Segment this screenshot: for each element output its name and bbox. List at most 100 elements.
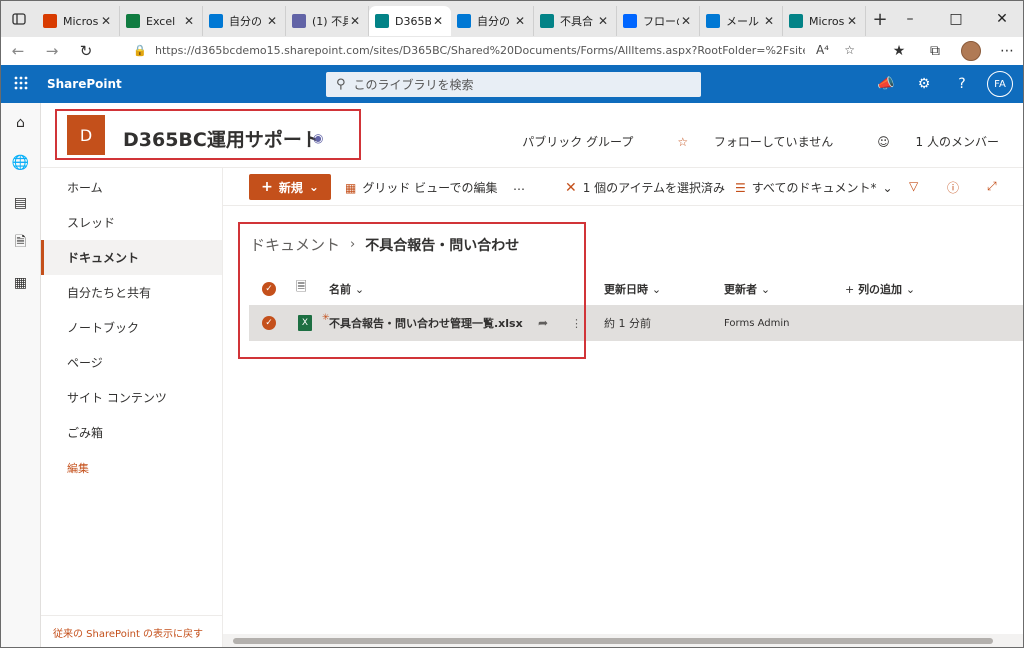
expand-icon[interactable]: ⤢ [987,179,997,194]
browser-tab[interactable]: Micros ✕ [37,6,120,36]
url-field[interactable]: 🔒 https://d365bcdemo15.sharepoint.com/si… [119,38,869,62]
tab-close-icon[interactable]: ✕ [679,14,693,28]
horizontal-scrollbar[interactable] [223,634,1023,647]
classic-view-link[interactable]: 従来の SharePoint の表示に戻す [41,615,222,647]
suite-bar: SharePoint ⚲ このライブラリを検索 📣 ⚙ ? FA [1,65,1023,103]
refresh-button[interactable]: ↻ [69,42,103,60]
grid-icon: ▦ [345,180,357,195]
app-launcher-icon[interactable] [1,75,41,94]
column-header-modified[interactable]: 更新日時 ⌄ [604,281,661,297]
nav-item-recycle-bin[interactable]: ごみ箱 [41,415,222,450]
browser-tab[interactable]: Excel ✕ [120,6,203,36]
tab-close-icon[interactable]: ✕ [265,14,279,28]
tab-close-icon[interactable]: ✕ [513,14,527,28]
tab-title: 自分の [229,15,262,28]
announcement-icon[interactable]: 📣 [867,76,905,92]
browser-tab[interactable]: フローの✕ [617,6,700,36]
nav-item-threads[interactable]: スレッド [41,205,222,240]
view-selector[interactable]: ☰ すべてのドキュメント* ⌄ [735,179,893,196]
forward-button[interactable]: → [35,42,69,60]
tab-close-icon[interactable]: ✕ [431,14,445,28]
browser-tab[interactable]: 自分の ✕ [203,6,286,36]
scrollbar-thumb[interactable] [233,638,993,644]
clear-selection-button[interactable]: ✕ 1 個のアイテムを選択済み [565,179,725,196]
tab-favicon-icon [126,14,140,28]
nav-item-notebook[interactable]: ノートブック [41,310,222,345]
nav-item-documents[interactable]: ドキュメント [41,240,222,275]
tab-title: (1) 不具 [312,15,348,28]
nav-item-pages[interactable]: ページ [41,345,222,380]
browser-profile-avatar[interactable] [961,41,981,61]
grid-edit-button[interactable]: ▦ グリッド ビューでの編集 [345,179,497,196]
nav-item-shared-with-us[interactable]: 自分たちと共有 [41,275,222,310]
tab-favicon-icon [706,14,720,28]
plus-icon: + [845,283,855,296]
read-aloud-icon[interactable]: A⁴ [816,43,829,57]
browser-tab[interactable]: Micros ✕ [783,6,866,36]
new-button[interactable]: + 新規 ⌄ [249,174,331,200]
globe-icon[interactable]: 🌐 [1,143,40,183]
add-column-button[interactable]: + 列の追加 ⌄ [845,281,915,297]
highlight-box-list [238,222,586,359]
gear-icon[interactable]: ⚙ [905,76,943,92]
row-modified-by[interactable]: Forms Admin [724,318,789,329]
chevron-down-icon: ⌄ [308,180,319,194]
address-bar: ← → ↻ 🔒 https://d365bcdemo15.sharepoint.… [1,37,1023,65]
highlight-box-site-title [55,109,361,160]
group-type: パブリック グループ [522,135,634,149]
browser-tab[interactable]: 自分の ✕ [451,6,534,36]
browser-tab[interactable]: (1) 不具✕ [286,6,369,36]
more-commands-button[interactable]: … [513,179,525,193]
star-icon: ☆ [677,135,689,149]
minimize-button[interactable]: – [887,1,933,37]
settings-more-icon[interactable]: ⋯ [989,43,1023,59]
chevron-down-icon: ⌄ [905,283,916,296]
tab-close-icon[interactable]: ✕ [99,14,113,28]
favorite-star-icon[interactable]: ☆ [844,43,855,57]
command-bar: + 新規 ⌄ ▦ グリッド ビューでの編集 … ✕ 1 個のアイテムを選択済み … [223,168,1023,206]
maximize-button[interactable]: □ [933,1,979,37]
browser-tab[interactable]: D365B ✕ [369,6,451,36]
close-window-button[interactable]: ✕ [979,1,1023,37]
back-button[interactable]: ← [1,42,35,60]
tab-close-icon[interactable]: ✕ [348,14,362,28]
browser-tab[interactable]: 不具合 ✕ [534,6,617,36]
search-placeholder: このライブラリを検索 [353,78,474,92]
collections-icon[interactable]: ⧉ [917,43,953,59]
follow-button[interactable]: ☆ フォローしていません [655,133,833,150]
nav-item-site-contents[interactable]: サイト コンテンツ [41,380,222,415]
lists-icon[interactable]: ▦ [1,263,40,303]
tab-title: D365B [395,14,431,28]
browser-window: Micros✕Excel✕自分の✕(1) 不具✕D365B✕自分の✕不具合✕フロ… [0,0,1024,648]
nav-item-home[interactable]: ホーム [41,170,222,205]
selected-count-label: 1 個のアイテムを選択済み [582,181,725,195]
tab-title: 自分の [477,15,510,28]
info-icon[interactable]: ⓘ [947,179,959,196]
document-icon[interactable]: 🗎 [1,223,40,263]
tab-strip: Micros✕Excel✕自分の✕(1) 不具✕D365B✕自分の✕不具合✕フロ… [1,1,1023,37]
tab-close-icon[interactable]: ✕ [762,14,776,28]
sharepoint-brand[interactable]: SharePoint [47,77,122,91]
account-avatar[interactable]: FA [987,71,1013,97]
library-search-input[interactable]: ⚲ このライブラリを検索 [326,72,701,97]
browser-tab[interactable]: メール -✕ [700,6,783,36]
lock-icon: 🔒 [133,43,147,57]
tab-close-icon[interactable]: ✕ [182,14,196,28]
tab-close-icon[interactable]: ✕ [845,14,859,28]
tab-favicon-icon [43,14,57,28]
filter-icon[interactable]: ▽ [909,179,918,193]
news-icon[interactable]: ▤ [1,183,40,223]
favorites-icon[interactable]: ★ [881,43,917,59]
app-bar: ⌂ 🌐 ▤ 🗎 ▦ [1,103,41,647]
nav-edit-link[interactable]: 編集 [41,450,222,485]
close-icon: ✕ [565,179,577,196]
tab-actions-icon[interactable] [1,1,37,37]
help-icon[interactable]: ? [943,76,981,92]
tab-close-icon[interactable]: ✕ [596,14,610,28]
column-header-modified-by[interactable]: 更新者 ⌄ [724,281,770,297]
add-column-label: 列の追加 [858,283,903,296]
members-button[interactable]: ☺ 1 人のメンバー [855,133,999,150]
tab-favicon-icon [209,14,223,28]
home-icon[interactable]: ⌂ [1,103,40,143]
tab-favicon-icon [375,14,389,28]
